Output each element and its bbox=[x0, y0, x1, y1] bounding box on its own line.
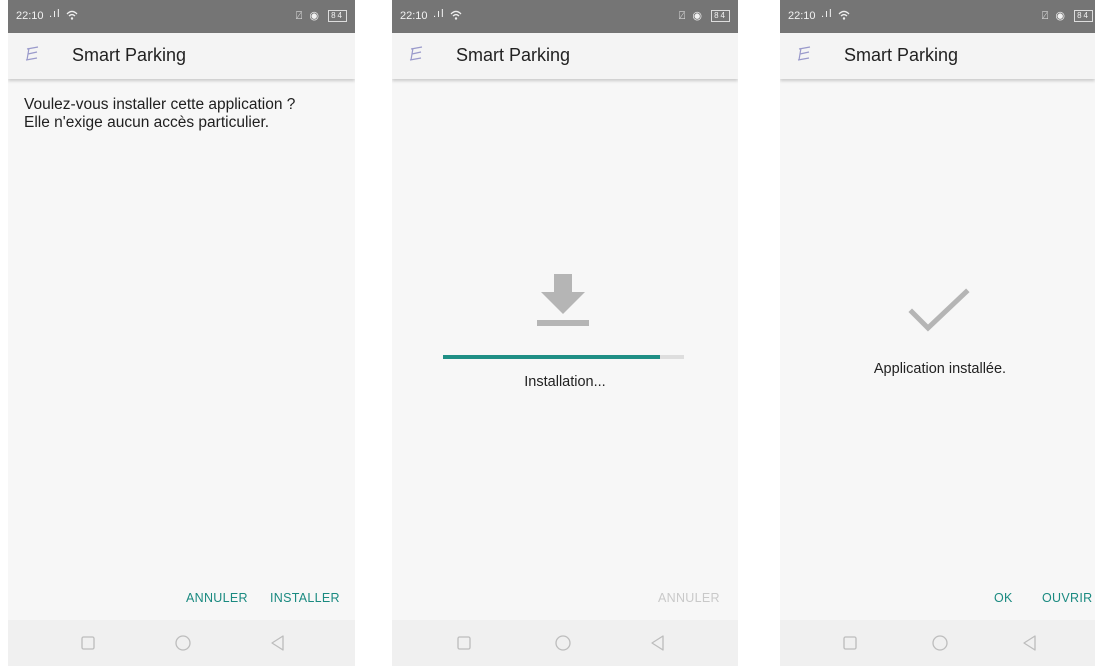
signal-icon: .ıl bbox=[49, 8, 61, 20]
navigation-bar bbox=[8, 620, 355, 666]
cancel-button-disabled: ANNULER bbox=[658, 591, 720, 605]
navigation-bar bbox=[392, 620, 738, 666]
recents-square-icon[interactable] bbox=[454, 633, 474, 653]
alarm-and-location-icons: ⍁ ◉ bbox=[678, 10, 705, 22]
app-logo-icon bbox=[25, 46, 39, 61]
app-logo-icon bbox=[797, 46, 811, 61]
status-time: 22:10 bbox=[788, 10, 816, 22]
status-right-icons: ⍁ ◉ 84 bbox=[296, 9, 347, 23]
home-circle-icon[interactable] bbox=[930, 633, 950, 653]
home-circle-icon[interactable] bbox=[553, 633, 573, 653]
status-right-icons: ⍁ ◉ 84 bbox=[679, 9, 730, 23]
download-icon bbox=[537, 274, 589, 326]
cancel-button[interactable]: ANNULER bbox=[186, 591, 248, 605]
status-right-icons: ⍁ ◉ 84 bbox=[1042, 9, 1093, 23]
install-button[interactable]: INSTALLER bbox=[270, 591, 340, 605]
status-time: 22:10 bbox=[16, 10, 44, 22]
recents-square-icon[interactable] bbox=[840, 633, 860, 653]
back-triangle-icon[interactable] bbox=[648, 633, 668, 653]
app-logo-icon bbox=[409, 46, 423, 61]
back-triangle-icon[interactable] bbox=[1020, 633, 1040, 653]
signal-icon: .ıl bbox=[821, 8, 833, 20]
status-bar: 22:10 .ıl ⍁ ◉ 84 bbox=[8, 0, 355, 33]
battery-icon: 84 bbox=[328, 10, 347, 22]
wifi-icon bbox=[838, 10, 850, 20]
installing-screen: 22:10 .ıl ⍁ ◉ 84 Smart Parking Installat… bbox=[392, 0, 738, 666]
ok-button[interactable]: OK bbox=[994, 591, 1013, 605]
wifi-icon bbox=[66, 10, 78, 20]
signal-icon: .ıl bbox=[433, 8, 445, 20]
checkmark-icon bbox=[908, 288, 970, 332]
app-bar: Smart Parking bbox=[780, 33, 1095, 79]
prompt-permissions: Elle n'exige aucun accès particulier. bbox=[24, 114, 270, 131]
alarm-and-location-icons: ⍁ ◉ bbox=[1041, 10, 1068, 22]
installed-status-text: Application installée. bbox=[873, 361, 1007, 377]
battery-icon: 84 bbox=[1074, 10, 1093, 22]
install-progress-fill bbox=[443, 355, 660, 359]
alarm-and-location-icons: ⍁ ◉ bbox=[295, 10, 322, 22]
install-prompt-text: Voulez-vous installer cette application … bbox=[24, 96, 345, 132]
installing-status-text: Installation... bbox=[524, 374, 606, 390]
status-bar: 22:10 .ıl ⍁ ◉ 84 bbox=[780, 0, 1095, 33]
wifi-icon bbox=[450, 10, 462, 20]
installed-screen: 22:10 .ıl ⍁ ◉ 84 Smart Parking Applicati… bbox=[780, 0, 1095, 666]
status-time: 22:10 bbox=[400, 10, 428, 22]
install-progress-bar bbox=[443, 355, 684, 359]
app-bar: Smart Parking bbox=[392, 33, 738, 79]
prompt-question: Voulez-vous installer cette application … bbox=[24, 96, 296, 113]
app-bar: Smart Parking bbox=[8, 33, 355, 79]
app-title: Smart Parking bbox=[72, 45, 187, 65]
open-button[interactable]: OUVRIR bbox=[1042, 591, 1092, 605]
status-bar: 22:10 .ıl ⍁ ◉ 84 bbox=[392, 0, 738, 33]
app-title: Smart Parking bbox=[844, 45, 959, 65]
battery-icon: 84 bbox=[711, 10, 730, 22]
install-prompt-screen: 22:10 .ıl ⍁ ◉ 84 Smart Parking Voulez-vo… bbox=[8, 0, 355, 666]
recents-square-icon[interactable] bbox=[78, 633, 98, 653]
back-triangle-icon[interactable] bbox=[268, 633, 288, 653]
home-circle-icon[interactable] bbox=[173, 633, 193, 653]
navigation-bar bbox=[780, 620, 1095, 666]
app-title: Smart Parking bbox=[456, 45, 571, 65]
